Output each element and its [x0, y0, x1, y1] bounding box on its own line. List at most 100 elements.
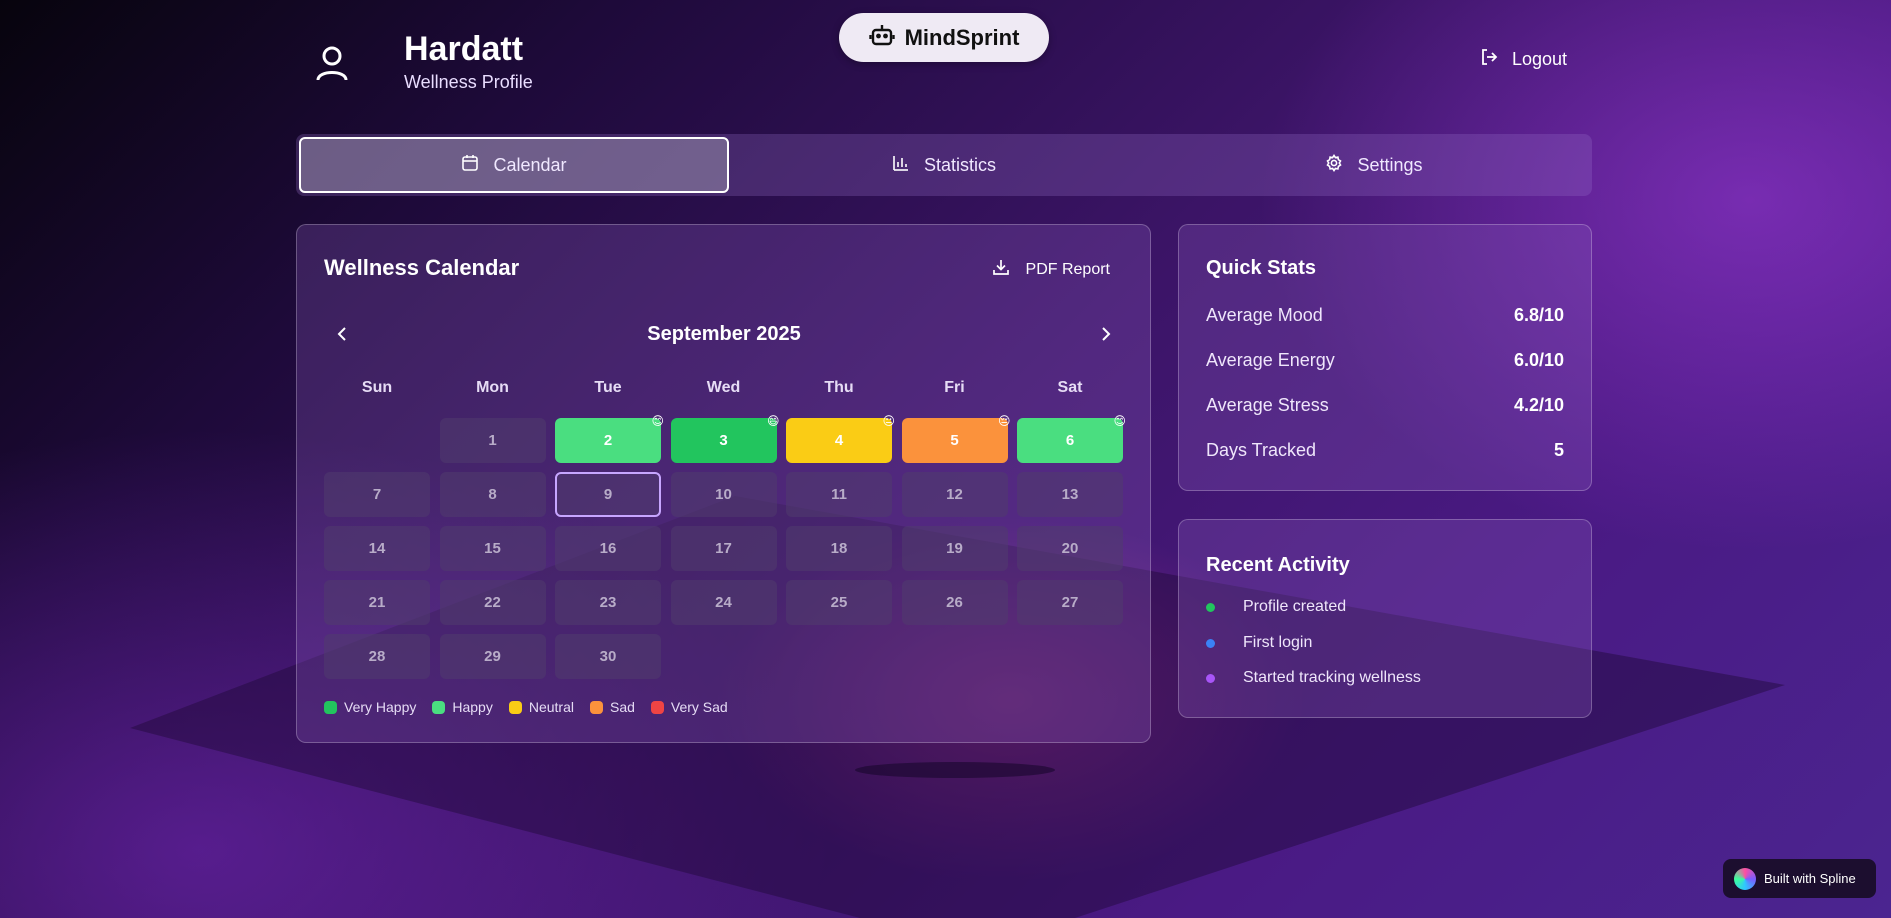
stat-row-average-mood: Average Mood 6.8/10	[1206, 305, 1564, 326]
calendar-day[interactable]: 1	[439, 418, 546, 463]
built-with-spline-badge[interactable]: Built with Spline	[1723, 859, 1876, 898]
logout-icon	[1480, 48, 1498, 71]
stat-value: 5	[1553, 440, 1564, 460]
weekday-header: Thu	[824, 379, 854, 396]
month-label: September 2025	[647, 323, 801, 345]
status-dot-icon	[1206, 602, 1215, 612]
brand-badge: MindSprint	[839, 13, 1049, 62]
calendar-day[interactable]: 7	[324, 472, 430, 517]
calendar-day[interactable]: 10	[670, 472, 777, 517]
calendar-icon	[461, 154, 479, 177]
calendar-day[interactable]: 11	[786, 472, 892, 517]
calendar-day[interactable]: 14	[324, 526, 430, 571]
stat-value: 6.8/10	[1513, 305, 1564, 325]
calendar-day[interactable]: 16	[555, 526, 661, 571]
calendar-day[interactable]: 29	[439, 634, 546, 679]
legend-label: Very Sad	[670, 699, 728, 715]
tab-label: Settings	[1357, 154, 1423, 175]
robot-icon	[868, 22, 895, 54]
stat-value: 6.0/10	[1513, 350, 1564, 370]
calendar-day[interactable]: 27	[1017, 580, 1123, 625]
tab-label: Calendar	[493, 154, 567, 175]
pdf-report-label: PDF Report	[1025, 260, 1110, 278]
quick-stats-title: Quick Stats	[1206, 257, 1317, 279]
mood-emoji-icon: 😔	[997, 414, 1011, 428]
mood-emoji-icon: 😄	[766, 414, 780, 428]
legend-label: Happy	[452, 699, 493, 715]
stat-label: Days Tracked	[1206, 440, 1317, 460]
user-name: Hardatt	[404, 30, 524, 68]
brand-name: MindSprint	[904, 24, 1020, 50]
calendar-day[interactable]: 17	[670, 526, 777, 571]
recent-activity-card: Recent Activity Profile created First lo…	[1178, 519, 1592, 718]
legend-swatch	[650, 700, 664, 714]
tab-calendar[interactable]: Calendar	[299, 137, 729, 193]
calendar-day[interactable]: 13	[1017, 472, 1123, 517]
mood-emoji-icon: 😊	[651, 414, 664, 428]
calendar-day[interactable]: 3 😄	[670, 414, 780, 463]
stat-label: Average Energy	[1206, 350, 1335, 370]
calendar-day[interactable]: 12	[901, 472, 1008, 517]
user-avatar-icon	[308, 40, 356, 88]
legend-swatch	[508, 700, 522, 714]
calendar-day[interactable]: 19	[901, 526, 1008, 571]
stat-label: Average Mood	[1206, 305, 1323, 325]
legend-swatch	[589, 700, 603, 714]
activity-label: Started tracking wellness	[1243, 669, 1421, 686]
calendar-day[interactable]: 21	[324, 580, 430, 625]
tab-statistics[interactable]: Statistics	[729, 137, 1159, 193]
pdf-report-button[interactable]: PDF Report	[992, 258, 1110, 281]
month-navigator: September 2025	[324, 317, 1124, 353]
calendar-day[interactable]: 30	[555, 634, 661, 679]
calendar-day[interactable]: 25	[786, 580, 892, 625]
quick-stats-card: Quick Stats Average Mood 6.8/10 Average …	[1178, 224, 1592, 491]
activity-label: First login	[1243, 634, 1313, 651]
legend-swatch	[324, 700, 337, 714]
stat-row-average-stress: Average Stress 4.2/10	[1206, 395, 1564, 416]
calendar-blank-cell	[324, 418, 430, 463]
activity-item: First login	[1206, 634, 1312, 652]
calendar-day[interactable]: 26	[901, 580, 1008, 625]
calendar-day[interactable]: 8	[439, 472, 546, 517]
legend-item: Happy	[432, 699, 493, 715]
legend-item: Neutral	[508, 699, 574, 715]
weekday-header: Sun	[361, 379, 393, 396]
tab-bar: Calendar Statistics Settings	[296, 134, 1592, 196]
calendar-day[interactable]: 24	[670, 580, 777, 625]
calendar-day[interactable]: 2 😊	[555, 414, 664, 463]
stat-row-days-tracked: Days Tracked 5	[1206, 440, 1564, 461]
legend-swatch	[432, 700, 446, 714]
calendar-day[interactable]: 23	[555, 580, 661, 625]
activity-item: Started tracking wellness	[1206, 669, 1421, 687]
activity-label: Profile created	[1243, 598, 1347, 615]
mood-emoji-icon: 😊	[1113, 414, 1126, 428]
chevron-right-icon[interactable]	[1096, 325, 1114, 348]
bar-chart-icon	[892, 154, 910, 177]
calendar-day[interactable]: 15	[439, 526, 546, 571]
calendar-day[interactable]: 4 😐	[786, 414, 895, 463]
calendar-grid: Sun Mon Tue Wed Thu Fri Sat 1 2 😊 3 😄 4 😐 5 😔 6 😊 7 8 9 10 11 1…	[324, 379, 1126, 679]
calendar-day[interactable]: 28	[324, 634, 430, 679]
weekday-header: Mon	[476, 379, 509, 396]
weekday-header: Wed	[706, 379, 741, 396]
calendar-title: Wellness Calendar	[324, 255, 520, 280]
spline-logo-icon	[1734, 867, 1756, 890]
stat-row-average-energy: Average Energy 6.0/10	[1206, 350, 1564, 371]
tab-settings[interactable]: Settings	[1159, 137, 1589, 193]
weekday-header: Fri	[944, 379, 965, 396]
weekday-header: Tue	[594, 379, 622, 396]
calendar-day[interactable]: 9	[555, 472, 661, 517]
calendar-day[interactable]: 18	[786, 526, 892, 571]
status-dot-icon	[1206, 638, 1215, 648]
download-icon	[992, 258, 1010, 281]
recent-activity-title: Recent Activity	[1206, 554, 1350, 576]
legend-item: Sad	[589, 699, 635, 715]
logout-button[interactable]: Logout	[1480, 48, 1567, 71]
calendar-day[interactable]: 5 😔	[901, 414, 1011, 463]
calendar-day[interactable]: 20	[1017, 526, 1123, 571]
stat-label: Average Stress	[1206, 395, 1329, 415]
legend-label: Neutral	[528, 699, 574, 715]
legend-label: Sad	[609, 699, 635, 715]
calendar-day[interactable]: 6 😊	[1017, 414, 1126, 463]
calendar-day[interactable]: 22	[439, 580, 546, 625]
